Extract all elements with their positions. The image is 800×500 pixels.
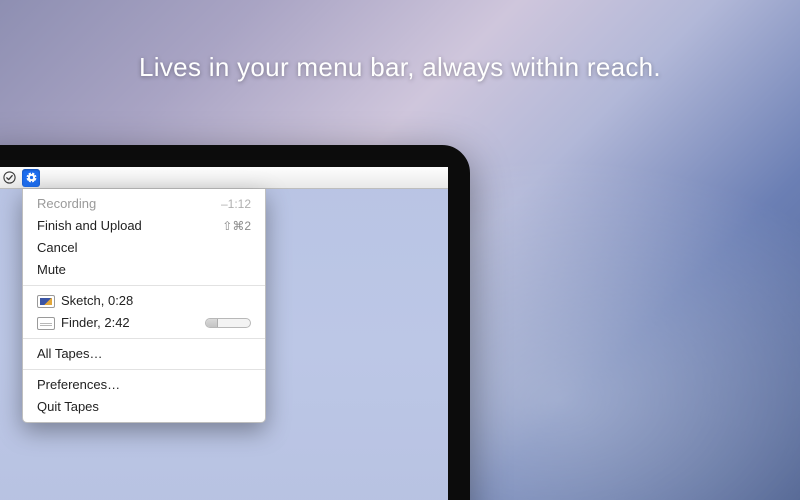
tape-thumbnail-icon [37, 317, 55, 330]
monitor-frame: Recording –1:12 Finish and Upload ⇧⌘2 Ca… [0, 145, 470, 500]
quit-label: Quit Tapes [37, 398, 251, 416]
headline-text: Lives in your menu bar, always within re… [0, 52, 800, 83]
menu-preferences[interactable]: Preferences… [23, 374, 265, 396]
tape-label: Finder, 2:42 [61, 314, 199, 332]
dropdown-menu: Recording –1:12 Finish and Upload ⇧⌘2 Ca… [22, 189, 266, 423]
desktop-screen: Recording –1:12 Finish and Upload ⇧⌘2 Ca… [0, 167, 448, 500]
menu-all-tapes[interactable]: All Tapes… [23, 343, 265, 365]
menu-bar [0, 167, 448, 189]
finish-shortcut: ⇧⌘2 [222, 217, 251, 235]
upload-progress-bar [206, 319, 218, 327]
menu-finish-upload[interactable]: Finish and Upload ⇧⌘2 [23, 215, 265, 237]
menu-quit[interactable]: Quit Tapes [23, 396, 265, 418]
menu-recording-status: Recording –1:12 [23, 193, 265, 215]
menu-separator [23, 369, 265, 370]
preferences-label: Preferences… [37, 376, 251, 394]
menu-cancel[interactable]: Cancel [23, 237, 265, 259]
menu-separator [23, 285, 265, 286]
finish-label: Finish and Upload [37, 217, 216, 235]
recording-label: Recording [37, 195, 215, 213]
tape-item-finder[interactable]: Finder, 2:42 [23, 312, 265, 334]
mute-label: Mute [37, 261, 251, 279]
menu-mute[interactable]: Mute [23, 259, 265, 281]
recording-time: –1:12 [221, 195, 251, 213]
all-tapes-label: All Tapes… [37, 345, 251, 363]
check-circle-icon[interactable] [0, 169, 18, 187]
tapes-menubar-icon[interactable] [22, 169, 40, 187]
tape-label: Sketch, 0:28 [61, 292, 251, 310]
upload-progress [205, 318, 251, 328]
cancel-label: Cancel [37, 239, 251, 257]
tape-thumbnail-icon [37, 295, 55, 308]
menu-separator [23, 338, 265, 339]
tape-item-sketch[interactable]: Sketch, 0:28 [23, 290, 265, 312]
